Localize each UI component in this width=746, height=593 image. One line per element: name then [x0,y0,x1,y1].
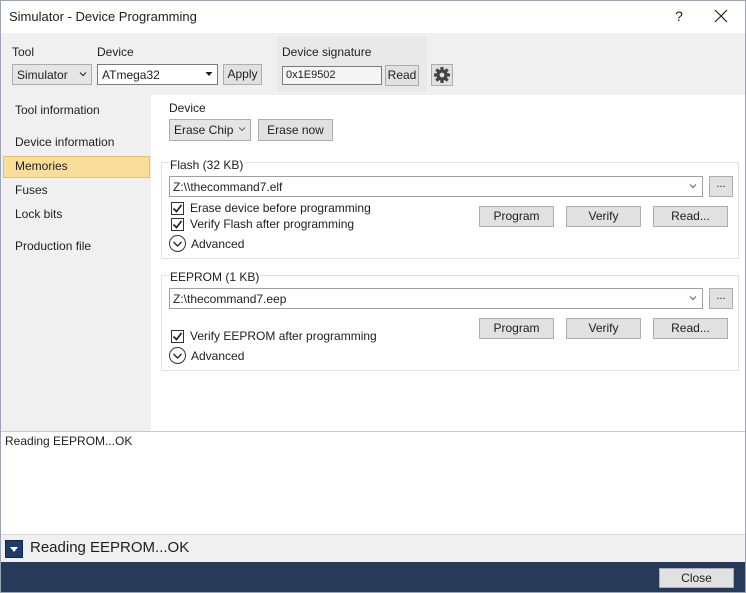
erase-mode-value: Erase Chip [174,123,234,137]
expand-icon [169,235,186,252]
read-signature-button[interactable]: Read [385,65,419,86]
eeprom-verify-button[interactable]: Verify [566,318,641,339]
checkbox-checked-icon [171,218,184,231]
erase-mode-select[interactable]: Erase Chip [169,119,251,141]
erase-before-programming-checkbox[interactable]: Erase device before programming [171,201,471,217]
close-window-button[interactable] [708,5,734,27]
flash-file-path: Z:\\thecommand7.elf [173,180,283,194]
flash-browse-button[interactable]: ... [709,176,733,197]
sidebar-item-fuses[interactable]: Fuses [3,180,150,202]
eeprom-advanced-label: Advanced [191,349,245,363]
flash-read-button[interactable]: Read... [653,206,728,227]
eeprom-browse-button[interactable]: ... [709,288,733,309]
device-select[interactable]: ATmega32 [97,64,218,85]
eeprom-group-title: EEPROM (1 KB) [169,270,261,284]
tool-select-value: Simulator [17,68,68,82]
eeprom-file-path: Z:\thecommand7.eep [173,292,287,306]
expand-log-button[interactable] [5,540,23,558]
eeprom-advanced-toggle[interactable]: Advanced [169,347,259,365]
verify-eeprom-checkbox[interactable]: Verify EEPROM after programming [171,329,471,345]
verify-eeprom-label: Verify EEPROM after programming [190,329,377,343]
title-bar: Simulator - Device Programming ? [1,1,745,33]
device-programming-window: Simulator - Device Programming ? Tool Si… [0,0,746,593]
sidebar-item-lock-bits[interactable]: Lock bits [3,204,150,226]
tool-select[interactable]: Simulator [12,64,92,85]
sidebar-item-tool-information[interactable]: Tool information [3,100,150,122]
output-log[interactable]: Reading EEPROM...OK [1,431,745,534]
settings-button[interactable] [431,64,453,86]
close-button[interactable]: Close [659,568,734,588]
signature-label: Device signature [282,45,372,59]
apply-button[interactable]: Apply [223,64,262,85]
help-button[interactable]: ? [668,5,690,27]
chevron-down-icon [79,72,87,77]
flash-advanced-label: Advanced [191,237,245,251]
chevron-down-icon [238,127,246,132]
flash-verify-button[interactable]: Verify [566,206,641,227]
device-group-title: Device [169,101,206,115]
sidebar-item-production-file[interactable]: Production file [3,236,150,258]
status-bar: Reading EEPROM...OK [1,534,745,562]
dialog-footer: Close [1,562,745,592]
tool-label: Tool [12,45,35,59]
checkbox-checked-icon [171,330,184,343]
verify-flash-label: Verify Flash after programming [190,217,355,231]
close-icon [714,9,728,23]
signature-field[interactable]: 0x1E9502 [282,66,382,85]
sidebar: Tool information Device information Memo… [1,95,151,431]
window-title: Simulator - Device Programming [9,9,197,24]
eeprom-read-button[interactable]: Read... [653,318,728,339]
sidebar-item-device-information[interactable]: Device information [3,132,150,154]
flash-group-title: Flash (32 KB) [169,158,245,172]
flash-program-button[interactable]: Program [479,206,554,227]
tool-device-bar: Tool Simulator Device ATmega32 Apply Dev… [1,33,745,95]
eeprom-file-select[interactable]: Z:\thecommand7.eep [169,288,703,309]
expand-icon [169,347,186,364]
checkbox-checked-icon [171,202,184,215]
flash-advanced-toggle[interactable]: Advanced [169,235,259,253]
device-label: Device [97,45,134,59]
chevron-down-icon [689,296,697,301]
gear-icon [434,67,450,83]
log-line: Reading EEPROM...OK [5,434,133,448]
flash-file-select[interactable]: Z:\\thecommand7.elf [169,176,703,197]
caret-down-icon [10,547,18,552]
chevron-down-icon [689,184,697,189]
erase-now-button[interactable]: Erase now [258,119,333,141]
eeprom-program-button[interactable]: Program [479,318,554,339]
sidebar-item-memories[interactable]: Memories [3,156,150,178]
device-select-value: ATmega32 [102,68,160,82]
memories-panel: Device Erase Chip Erase now Flash (32 KB… [151,95,745,431]
status-message: Reading EEPROM...OK [30,539,190,556]
erase-before-programming-label: Erase device before programming [190,201,371,215]
verify-flash-checkbox[interactable]: Verify Flash after programming [171,217,471,233]
caret-down-icon [205,72,213,76]
